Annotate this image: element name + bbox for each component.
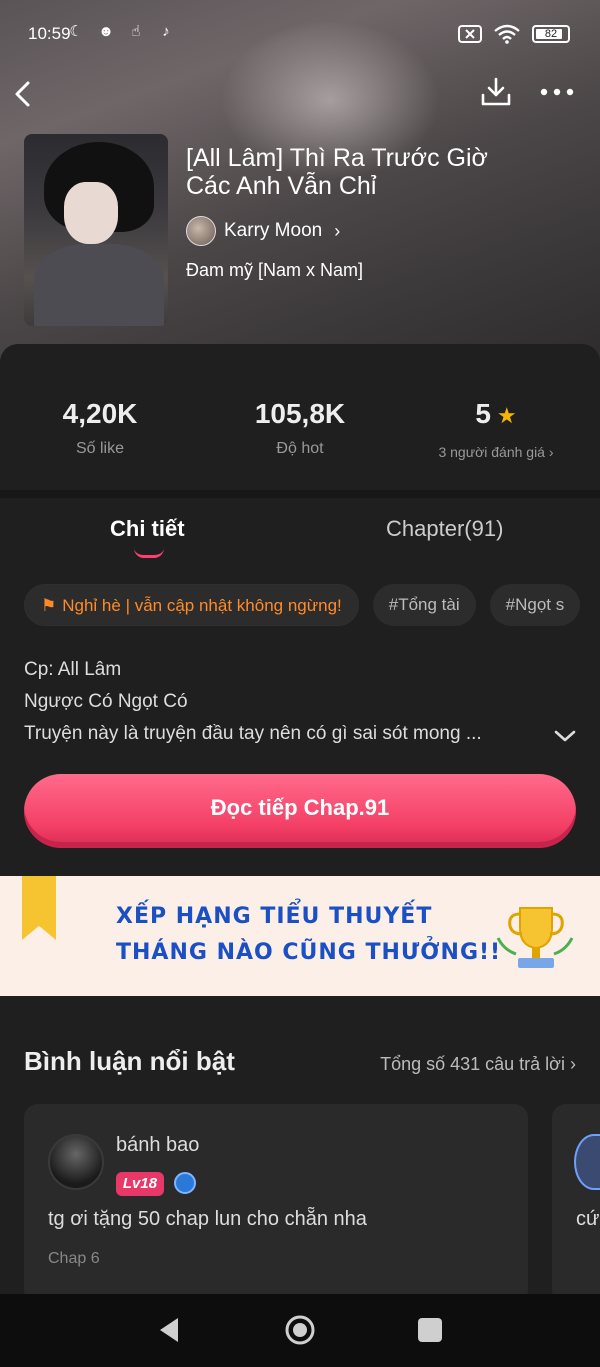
status-right: 82 <box>458 24 570 44</box>
tab-chapters[interactable]: Chapter(91) <box>386 516 503 542</box>
bookmark-ribbon-icon <box>22 876 56 940</box>
chevron-down-icon[interactable] <box>552 724 578 746</box>
nav-back-icon[interactable] <box>156 1316 182 1344</box>
chevron-right-icon: › <box>570 1054 576 1074</box>
trophy-icon <box>496 907 574 968</box>
sim-off-icon <box>458 25 482 43</box>
book-description: Cp: All Lâm Ngược Có Ngọt Có Truyện này … <box>24 654 544 750</box>
cover-figure-body <box>34 244 164 326</box>
star-icon: ★ <box>496 403 517 428</box>
tap-icon: ☝ <box>131 23 141 40</box>
comment-card[interactable]: bánh bao Lv18 tg ơi tặng 50 chap lun cho… <box>24 1104 528 1304</box>
status-bar: 10:59 ☾ ☻ ☝ ♪ 82 <box>0 0 600 70</box>
likes-stat: 4,20K Số like <box>0 398 200 458</box>
avatar[interactable] <box>48 1134 104 1190</box>
cover-figure-face <box>64 182 118 244</box>
system-nav-bar <box>0 1294 600 1367</box>
banner-line-1: XẾP HẠNG TIỂU THUYẾT <box>116 904 433 929</box>
promo-chip[interactable]: ⚑ Nghỉ hè | vẫn cập nhật không ngừng! <box>24 584 359 626</box>
verified-badge-icon <box>174 1172 196 1194</box>
comment-text: tg ơi tặng 50 chap lun cho chẵn nha <box>48 1208 367 1230</box>
avatar <box>574 1134 600 1190</box>
nav-recent-icon[interactable] <box>418 1318 442 1342</box>
rating-value: 5 <box>475 398 491 429</box>
tab-bar: Chi tiết Chapter(91) <box>0 498 600 572</box>
likes-label: Số like <box>75 440 125 457</box>
hot-label: Độ hot <box>276 440 324 457</box>
comments-total-link[interactable]: Tổng số 431 câu trả lời › <box>380 1054 576 1075</box>
status-time: 10:59 <box>28 24 71 43</box>
section-divider <box>0 490 600 498</box>
tiktok-icon: ♪ <box>162 23 170 40</box>
wifi-icon <box>494 24 520 44</box>
ranking-banner[interactable]: XẾP HẠNG TIỂU THUYẾT THÁNG NÀO CŨNG THƯỞ… <box>0 876 600 996</box>
level-badge: Lv18 <box>116 1172 164 1196</box>
hot-stat: 105,8K Độ hot <box>200 398 400 458</box>
battery-icon: 82 <box>532 25 570 43</box>
more-dots-icon[interactable] <box>540 84 574 100</box>
author-avatar <box>186 216 216 246</box>
chevron-left-icon[interactable] <box>12 80 36 108</box>
likes-value: 4,20K <box>62 398 138 429</box>
tag-chip[interactable]: #Ngọt s <box>489 584 581 626</box>
wallet-icon: ☻ <box>98 23 114 40</box>
continue-reading-button[interactable]: Đọc tiếp Chap.91 <box>24 774 576 848</box>
book-genre: Đam mỹ [Nam x Nam] <box>186 260 364 280</box>
moon-icon: ☾ <box>69 23 83 40</box>
chevron-right-icon: › <box>548 444 554 460</box>
author-name: Karry Moon <box>224 220 323 241</box>
banner-line-2: THÁNG NÀO CŨNG THƯỞNG!! <box>116 940 502 965</box>
tag-chips: ⚑ Nghỉ hè | vẫn cập nhật không ngừng! #Tổ… <box>24 584 581 626</box>
battery-level: 82 <box>544 28 558 40</box>
promo-chip-label: Nghỉ hè | vẫn cập nhật không ngừng! <box>62 596 342 615</box>
comment-text: cứ <box>576 1208 600 1230</box>
author-link[interactable]: Karry Moon › <box>186 216 340 246</box>
tab-indicator <box>134 548 164 558</box>
description-line: Truyện này là truyện đầu tay nên có gì s… <box>24 723 482 744</box>
comment-username: bánh bao <box>116 1134 200 1156</box>
rating-label: 3 người đánh giá <box>438 444 545 460</box>
comments-header: Bình luận nổi bật Tổng số 431 câu trả lờ… <box>24 1046 584 1086</box>
download-icon[interactable] <box>480 76 512 108</box>
comment-card[interactable]: cứ <box>552 1104 600 1304</box>
hot-value: 105,8K <box>254 398 346 429</box>
description-line: Ngược Có Ngọt Có <box>24 691 188 712</box>
comments-total: Tổng số 431 câu trả lời <box>380 1054 565 1074</box>
book-title: [All Lâm] Thì Ra Trước Giờ Các Anh Vẫn C… <box>186 144 488 200</box>
book-cover[interactable] <box>24 134 168 326</box>
nav-home-icon[interactable] <box>284 1314 316 1346</box>
tag-chip[interactable]: #Tổng tài <box>372 584 476 626</box>
description-line: Cp: All Lâm <box>24 659 122 680</box>
status-icons: ☾ ☻ ☝ ♪ <box>66 22 176 42</box>
rating-stat[interactable]: 5 ★ 3 người đánh giá › <box>396 398 596 460</box>
stats-row: 4,20K Số like 105,8K Độ hot 5 ★ 3 người đ… <box>0 380 600 490</box>
tab-detail[interactable]: Chi tiết <box>110 516 185 542</box>
chevron-right-icon: › <box>334 220 341 241</box>
comments-heading: Bình luận nổi bật <box>24 1046 235 1076</box>
comment-chapter: Chap 6 <box>48 1250 100 1267</box>
flag-icon: ⚑ <box>41 596 57 615</box>
